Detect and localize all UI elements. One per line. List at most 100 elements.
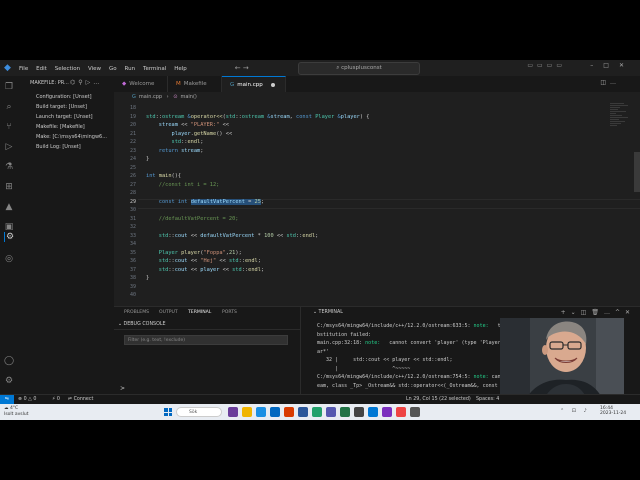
code-line[interactable]: //const int i = 12; [146,182,220,188]
tab-welcome[interactable]: ◆ Welcome [114,76,168,92]
code-line[interactable]: std::cout << player << std::endl; [146,267,264,273]
manage-gear-icon[interactable]: ⚙ [4,376,14,386]
recorder-app-icon[interactable] [396,407,406,417]
line-number[interactable]: 31 [114,216,136,222]
layout-controls[interactable]: ▭▭▭▭ [527,62,566,69]
code-line[interactable]: std::cout << defaultVatPercent * 100 << … [146,233,319,239]
weather-widget[interactable]: ☁ 4°C Isolt avslut [4,406,29,418]
code-line[interactable]: } [146,275,149,281]
testing-icon[interactable]: ⚗ [4,162,14,172]
sidepanel-item-build-log[interactable]: Build Log: [Unset] [36,144,81,150]
code-line[interactable]: stream << "PLAYER:" << [146,122,229,128]
line-number[interactable]: 39 [114,284,136,290]
extensions-icon[interactable]: ⊞ [4,182,14,192]
line-number[interactable]: 20 [114,122,136,128]
code-line[interactable]: int main(){ [146,173,181,179]
line-number[interactable]: 23 [114,148,136,154]
code-line[interactable]: std::endl; [146,139,204,145]
code-line[interactable]: } [146,156,149,162]
visual-studio-icon[interactable] [382,407,392,417]
line-number[interactable]: 25 [114,165,136,171]
split-editor-icon[interactable]: ◫ [600,79,610,86]
menu-file[interactable]: File [19,66,28,72]
breadcrumb-file[interactable]: main.cpp [139,94,162,100]
tab-main-cpp[interactable]: Gmain.cpp [222,76,286,92]
line-number[interactable]: 34 [114,241,136,247]
unsaved-dot-icon[interactable] [270,82,275,87]
close-icon[interactable]: ✕ [619,62,634,69]
line-number[interactable]: 27 [114,182,136,188]
run-debug-icon[interactable]: ▷ [4,142,14,152]
sidepanel-item-make[interactable]: Make: [C:\msys64\mingw6... [36,134,107,140]
taskbar-app-icon[interactable] [228,407,238,417]
code-line[interactable]: const int defaultVatPercent = 25; [146,198,264,205]
code-line[interactable]: return stream; [146,148,204,154]
menu-terminal[interactable]: Terminal [143,66,166,72]
teams-icon[interactable] [326,407,336,417]
code-line[interactable]: std::cout << "Hej" << std::endl; [146,258,261,264]
line-number[interactable]: 38 [114,275,136,281]
excel-icon[interactable] [340,407,350,417]
editor-more-icon[interactable]: … [610,79,620,86]
chrome-icon[interactable] [312,407,322,417]
edge-browser-icon[interactable] [256,407,266,417]
menu-selection[interactable]: Selection [55,66,80,72]
minimap[interactable] [610,102,632,142]
panel-more-icon[interactable]: … [604,309,615,316]
tab-makefile[interactable]: M Makefile [168,76,222,92]
code-line[interactable]: std::ostream &operator<<(std::ostream &s… [146,114,369,120]
line-number[interactable]: 32 [114,224,136,230]
menu-run[interactable]: Run [125,66,136,72]
debug-prompt[interactable]: > [120,385,125,392]
account-icon[interactable]: ◯ [4,356,14,366]
source-control-icon[interactable]: ⑂ [4,122,14,132]
line-number[interactable]: 33 [114,233,136,239]
line-number[interactable]: 24 [114,156,136,162]
azure-icon[interactable]: ▲ [4,202,14,212]
sidepanel-item-makefile[interactable]: Makefile: [Makefile] [36,124,85,130]
explorer-icon[interactable]: ❐ [4,82,14,92]
file-explorer-icon[interactable] [242,407,252,417]
line-number[interactable]: 22 [114,139,136,145]
line-number[interactable]: 18 [114,105,136,111]
office-icon[interactable] [284,407,294,417]
sidepanel-item-launch-target[interactable]: Launch target: [Unset] [36,114,93,120]
back-arrow-icon[interactable]: ← [235,64,241,72]
line-number[interactable]: 26 [114,173,136,179]
docker-icon[interactable]: ◎ [4,254,14,264]
line-number[interactable]: 21 [114,131,136,137]
debug-console-header[interactable]: ⌄ DEBUG CONSOLE [114,320,300,330]
menu-go[interactable]: Go [109,66,117,72]
code-line[interactable]: player.getName() << [146,131,233,137]
menu-view[interactable]: View [88,66,101,72]
close-panel-icon[interactable]: ✕ [625,309,635,316]
makefile-tools-icon[interactable]: ⚙ [4,232,15,242]
split-terminal-icon[interactable]: ◫ [581,309,592,316]
line-number[interactable]: 19 [114,114,136,120]
remote-explorer-icon[interactable]: ▣ [4,222,14,232]
line-number[interactable]: 28 [114,190,136,196]
debug-filter-input[interactable]: Filter (e.g. text, !exclude) [124,335,288,345]
code-line[interactable]: //defaultVatPercent = 20; [146,216,239,222]
breadcrumb-symbol[interactable]: main() [180,94,196,100]
maximize-icon[interactable]: □ [603,62,619,69]
forward-arrow-icon[interactable]: → [243,64,249,72]
line-number[interactable]: 30 [114,207,136,213]
start-button-icon[interactable] [164,408,172,416]
code-line[interactable]: Player player("Foppa",21); [146,250,242,256]
system-tray[interactable]: ⌃ ⊡ ♪ [560,408,590,414]
sidepanel-item-configuration[interactable]: Configuration: [Unset] [36,94,92,100]
add-terminal-icon[interactable]: + [561,309,571,316]
line-number[interactable]: 40 [114,292,136,298]
line-number[interactable]: 37 [114,267,136,273]
code-editor[interactable]: 1819 std::ostream &operator<<(std::ostrea… [114,102,640,306]
terminal-dropdown-icon[interactable]: ⌄ [571,309,581,316]
editor-scrollbar[interactable] [634,152,640,192]
more-icon[interactable]: … [93,79,102,86]
build-icon[interactable]: ⌬ [70,79,78,86]
menu-help[interactable]: Help [174,66,187,72]
vscode-app-icon[interactable] [368,407,378,417]
word-icon[interactable] [298,407,308,417]
line-number[interactable]: 29 [114,199,136,205]
settings-app-icon[interactable] [410,407,420,417]
